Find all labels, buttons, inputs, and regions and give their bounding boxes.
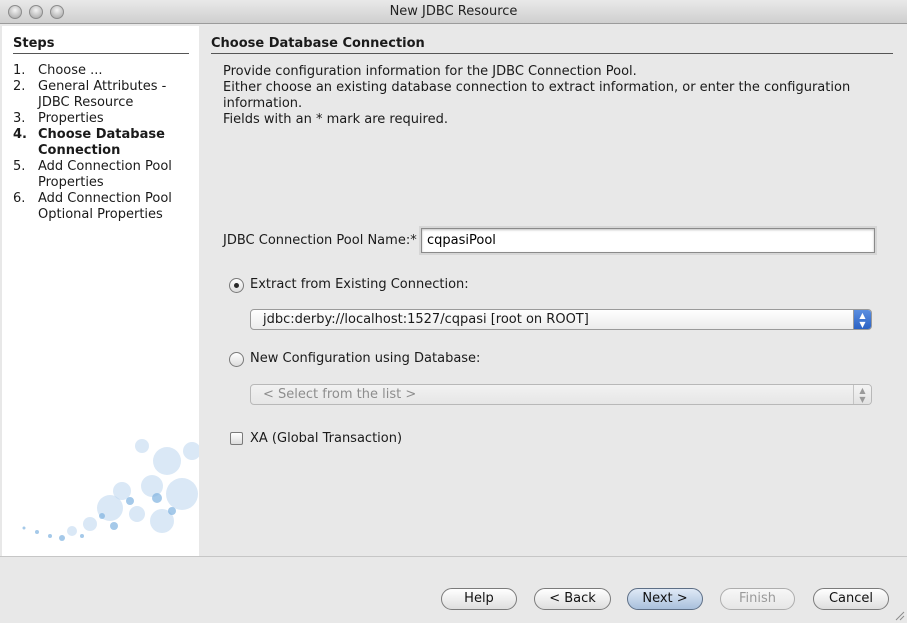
xa-label[interactable]: XA (Global Transaction) xyxy=(250,431,402,446)
steps-list: 1. Choose ... 2. General Attributes - JDBC… xyxy=(13,63,199,223)
step-number: 3. xyxy=(13,111,26,126)
database-select-value: < Select from the list > xyxy=(263,387,417,402)
updown-arrows-icon: ▲ ▼ xyxy=(853,385,871,404)
step-item: 2. General Attributes - JDBC Resource xyxy=(13,79,199,111)
steps-panel: Steps 1. Choose ... 2. General Attributes … xyxy=(2,26,199,556)
extract-existing-label[interactable]: Extract from Existing Connection: xyxy=(250,277,469,292)
button-bar: Help < Back Next > Finish Cancel xyxy=(0,556,907,623)
resize-grip-icon[interactable] xyxy=(893,609,905,621)
description: Provide configuration information for th… xyxy=(223,64,863,128)
step-label: Properties xyxy=(38,111,104,126)
dialog-window: New JDBC Resource Steps 1. Choose ... 2. G… xyxy=(0,0,907,623)
steps-header: Steps xyxy=(13,36,189,54)
help-button[interactable]: Help xyxy=(441,588,517,610)
title-bar: New JDBC Resource xyxy=(0,0,907,24)
new-configuration-radio[interactable] xyxy=(229,352,244,367)
description-line: Provide configuration information for th… xyxy=(223,64,637,79)
back-button[interactable]: < Back xyxy=(534,588,611,610)
pool-name-input[interactable] xyxy=(421,228,875,253)
finish-button: Finish xyxy=(720,588,795,610)
step-item-current: 4. Choose Database Connection xyxy=(13,127,199,159)
step-item: 1. Choose ... xyxy=(13,63,199,79)
step-item: 3. Properties xyxy=(13,111,199,127)
next-button[interactable]: Next > xyxy=(627,588,703,610)
step-label: Add Connection Pool Properties xyxy=(38,159,172,190)
content-header: Choose Database Connection xyxy=(211,36,893,54)
database-select: < Select from the list > ▲ ▼ xyxy=(250,384,872,405)
step-item: 6. Add Connection Pool Optional Propertie… xyxy=(13,191,199,223)
description-line: Either choose an existing database conne… xyxy=(223,80,851,111)
step-number: 6. xyxy=(13,191,26,206)
existing-connection-select[interactable]: jdbc:derby://localhost:1527/cqpasi [root… xyxy=(250,309,872,330)
window-title: New JDBC Resource xyxy=(389,4,518,19)
xa-checkbox[interactable] xyxy=(230,432,243,445)
updown-arrows-icon: ▲ ▼ xyxy=(853,310,871,329)
step-number: 5. xyxy=(13,159,26,174)
step-number: 2. xyxy=(13,79,26,94)
extract-existing-radio[interactable] xyxy=(229,278,244,293)
step-item: 5. Add Connection Pool Properties xyxy=(13,159,199,191)
decorative-bubbles-graphic xyxy=(22,439,199,541)
step-number: 4. xyxy=(13,127,27,142)
step-number: 1. xyxy=(13,63,26,78)
new-configuration-label[interactable]: New Configuration using Database: xyxy=(250,351,480,366)
step-label: Add Connection Pool Optional Properties xyxy=(38,191,172,222)
step-label: Choose ... xyxy=(38,63,103,78)
step-label: General Attributes - JDBC Resource xyxy=(38,79,167,110)
pool-name-label: JDBC Connection Pool Name:* xyxy=(223,233,417,248)
existing-connection-value: jdbc:derby://localhost:1527/cqpasi [root… xyxy=(263,312,589,327)
cancel-button[interactable]: Cancel xyxy=(813,588,889,610)
description-line: Fields with an * mark are required. xyxy=(223,112,448,127)
step-label: Choose Database Connection xyxy=(38,127,165,158)
content-panel: Choose Database Connection Provide confi… xyxy=(199,26,907,556)
